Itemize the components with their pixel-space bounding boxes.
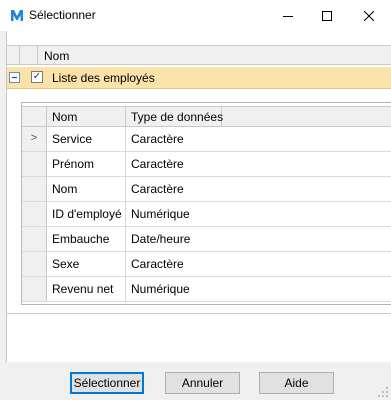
group-label: Liste des employés <box>52 71 155 85</box>
window-title: Sélectionner <box>29 8 96 22</box>
row-selector[interactable] <box>22 252 47 276</box>
cell-nom[interactable]: Embauche <box>47 227 126 251</box>
row-selector[interactable] <box>22 152 47 176</box>
help-button[interactable]: Aide <box>259 372 334 394</box>
tree-grid: Nom ✓ Liste des employés Nom Type de don… <box>6 31 391 362</box>
group-row-employees[interactable]: ✓ Liste des employés <box>7 67 391 89</box>
cell-type[interactable]: Caractère <box>126 177 222 201</box>
header-spacer <box>7 46 20 65</box>
cell-type[interactable]: Numérique <box>126 202 222 226</box>
divider <box>7 313 391 314</box>
table-row[interactable]: Embauche Date/heure <box>22 227 391 252</box>
column-header-nom[interactable]: Nom <box>47 107 126 127</box>
outer-column-nom[interactable]: Nom <box>44 49 69 63</box>
row-selector[interactable] <box>22 202 47 226</box>
cell-nom[interactable]: Prénom <box>47 152 126 176</box>
dialog-content: Nom ✓ Liste des employés Nom Type de don… <box>0 31 391 400</box>
close-button[interactable] <box>346 0 391 31</box>
cell-nom[interactable]: Sexe <box>47 252 126 276</box>
cell-nom[interactable]: ID d'employé <box>47 202 126 226</box>
minimize-icon <box>282 15 293 17</box>
row-selector[interactable] <box>22 177 47 201</box>
column-header-label: Nom <box>52 110 78 124</box>
cell-type[interactable]: Caractère <box>126 152 222 176</box>
cell-nom[interactable]: Service <box>47 127 126 151</box>
cell-type[interactable]: Caractère <box>126 252 222 276</box>
collapse-icon[interactable] <box>9 72 20 83</box>
fields-grid-header: Nom Type de données <box>22 106 391 127</box>
cell-type[interactable]: Date/heure <box>126 227 222 251</box>
table-row[interactable]: ID d'employé Numérique <box>22 202 391 227</box>
fields-grid-rows: > Service Caractère Prénom Caractère Nom… <box>22 127 391 302</box>
app-logo-icon <box>11 10 23 21</box>
row-selector-header <box>22 107 47 127</box>
cell-type[interactable]: Caractère <box>126 127 222 151</box>
fields-grid: Nom Type de données > Service Caractère … <box>21 102 391 305</box>
maximize-button[interactable] <box>304 0 349 31</box>
cancel-button[interactable]: Annuler <box>165 372 240 394</box>
group-checkbox[interactable]: ✓ <box>31 71 43 83</box>
select-button[interactable]: Sélectionner <box>70 372 144 394</box>
title-bar: Sélectionner <box>0 0 391 31</box>
cell-nom[interactable]: Revenu net <box>47 277 126 301</box>
table-row[interactable]: Sexe Caractère <box>22 252 391 277</box>
resize-grip-icon[interactable] <box>378 387 389 398</box>
table-row[interactable]: > Service Caractère <box>22 127 391 152</box>
column-header-type[interactable]: Type de données <box>126 107 224 127</box>
table-row[interactable]: Prénom Caractère <box>22 152 391 177</box>
table-row[interactable]: Nom Caractère <box>22 177 391 202</box>
column-header-label: Type de données <box>131 110 224 124</box>
outer-grid-header: Nom <box>7 45 391 65</box>
row-selector[interactable] <box>22 227 47 251</box>
table-row[interactable]: Revenu net Numérique <box>22 277 391 302</box>
cell-nom[interactable]: Nom <box>47 177 126 201</box>
row-indicator-icon[interactable]: > <box>22 127 47 151</box>
close-icon <box>363 10 374 21</box>
cell-type[interactable]: Numérique <box>126 277 222 301</box>
maximize-icon <box>321 10 332 21</box>
header-spacer <box>20 46 38 65</box>
row-selector[interactable] <box>22 277 47 301</box>
